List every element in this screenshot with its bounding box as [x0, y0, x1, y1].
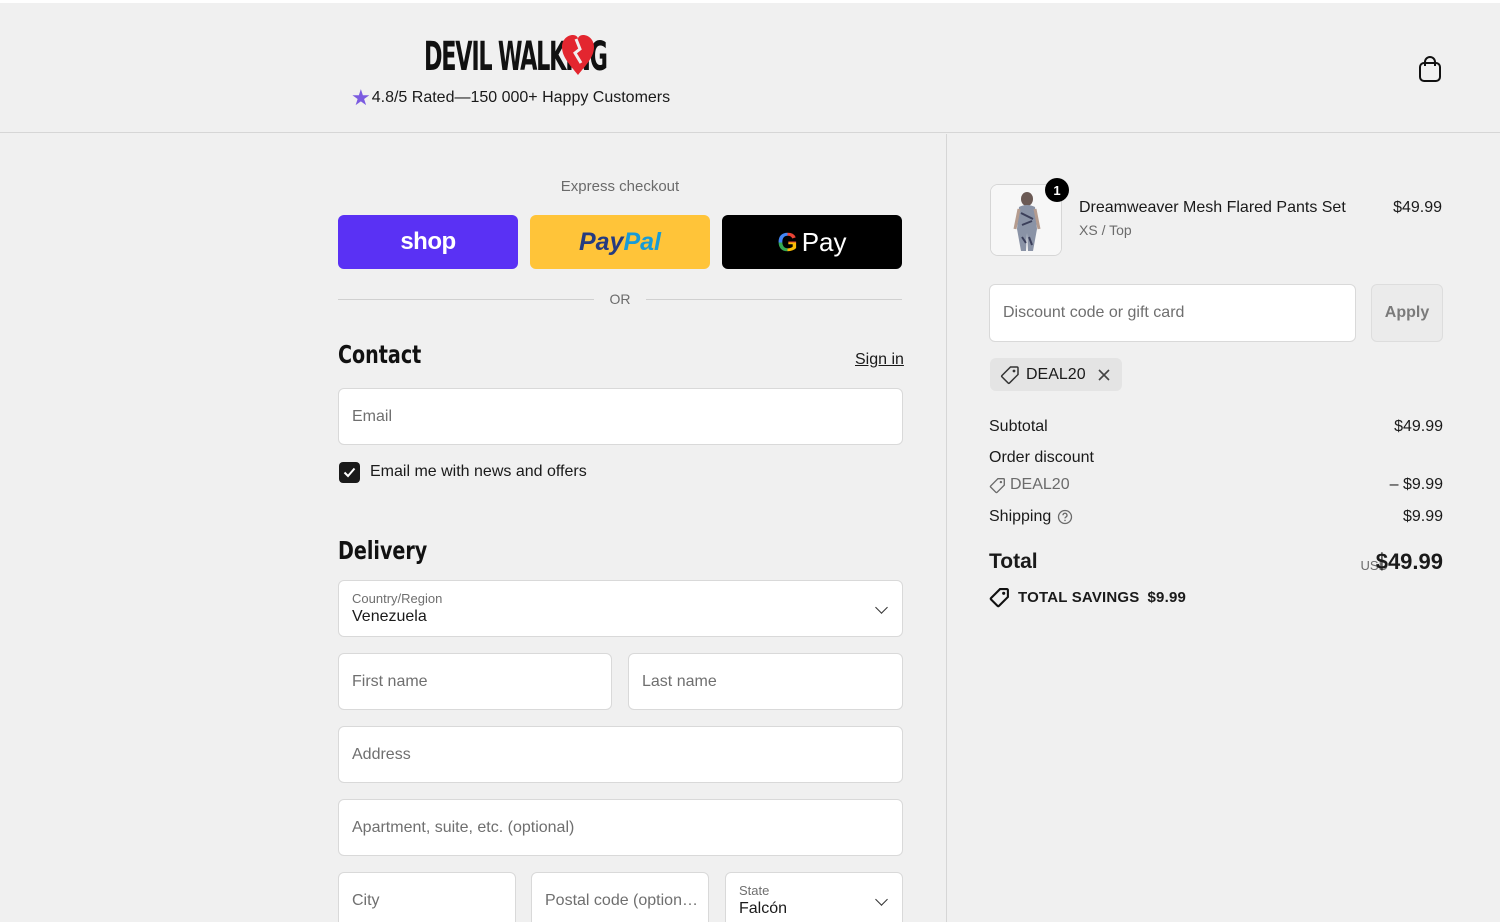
shopping-bag-icon — [1419, 56, 1441, 82]
apartment-field[interactable]: Apartment, suite, etc. (optional) — [338, 799, 903, 856]
postal-code-field[interactable]: Postal code (option… — [531, 872, 709, 922]
shipping-label: Shipping — [989, 508, 1052, 525]
country-value: Venezuela — [352, 607, 427, 625]
address-placeholder: Address — [352, 745, 411, 763]
tag-icon — [989, 588, 1009, 608]
checkmark-icon — [343, 467, 356, 478]
express-checkout-label: Express checkout — [560, 178, 680, 195]
applied-code-text: DEAL20 — [1026, 365, 1086, 383]
contact-heading: Contact — [338, 340, 422, 369]
quantity-badge: 1 — [1045, 178, 1069, 202]
sign-in-link[interactable]: Sign in — [855, 351, 904, 369]
city-placeholder: City — [352, 891, 380, 909]
email-field[interactable]: Email — [338, 388, 903, 445]
address-field[interactable]: Address — [338, 726, 903, 783]
or-text: OR — [609, 291, 631, 307]
discount-code-row: DEAL20 – $9.99 — [989, 476, 1443, 494]
apply-discount-button[interactable]: Apply — [1371, 284, 1443, 342]
savings-value: $9.99 — [1147, 589, 1187, 606]
total-value: $49.99 — [1375, 549, 1443, 574]
country-label: Country/Region — [352, 590, 443, 606]
last-name-placeholder: Last name — [642, 672, 717, 690]
first-name-field[interactable]: First name — [338, 653, 612, 710]
remove-discount-button[interactable] — [1098, 368, 1110, 381]
city-field[interactable]: City — [338, 872, 516, 922]
order-discount-row: Order discount — [989, 449, 1443, 467]
tag-icon — [989, 477, 1005, 493]
or-divider: OR — [338, 290, 902, 310]
heart-logo-icon — [562, 35, 594, 75]
state-select[interactable]: State Falcón — [725, 872, 903, 922]
star-icon: ★ — [351, 85, 371, 110]
newsletter-checkbox[interactable] — [339, 462, 360, 483]
subtotal-value: $49.99 — [1394, 418, 1443, 435]
discount-code-line: DEAL20 — [989, 476, 1443, 494]
site-header: DEVIL WALKING ★ 4.8/5 Rated—150 000+ Hap… — [0, 3, 1500, 133]
paypal-label-pay: Pay — [578, 227, 624, 256]
shipping-value: $9.99 — [1402, 508, 1443, 525]
first-name-placeholder: First name — [352, 672, 428, 690]
newsletter-label: Email me with news and offers — [370, 463, 587, 480]
cart-button[interactable] — [1418, 55, 1442, 83]
google-pay-label: Pay — [801, 226, 847, 257]
country-select[interactable]: Country/Region Venezuela — [338, 580, 903, 637]
postal-code-placeholder: Postal code (option… — [545, 891, 698, 909]
tag-icon — [1000, 365, 1019, 384]
state-label: State — [739, 882, 770, 898]
order-discount-label: Order discount — [989, 449, 1094, 466]
product-name: Dreamweaver Mesh Flared Pants Set — [1079, 199, 1346, 216]
email-placeholder: Email — [352, 407, 393, 425]
total-savings: TOTAL SAVINGS $9.99 — [989, 587, 1186, 608]
subtotal-label: Subtotal — [989, 418, 1048, 435]
total-label: Total — [989, 550, 1038, 573]
google-g-icon: G — [777, 226, 798, 257]
shop-pay-button[interactable]: shop — [338, 215, 518, 269]
paypal-label-pal: Pal — [623, 227, 661, 256]
delivery-heading: Delivery — [338, 536, 428, 565]
shipping-row: Shipping $9.99 — [989, 508, 1443, 526]
product-price: $49.99 — [1393, 199, 1442, 216]
discount-value: – $9.99 — [1389, 476, 1443, 493]
paypal-button[interactable]: Pay Pal — [530, 215, 710, 269]
savings-label: TOTAL SAVINGS — [1018, 589, 1140, 606]
close-icon — [1098, 368, 1110, 381]
rating-banner: ★ 4.8/5 Rated—150 000+ Happy Customers — [351, 87, 670, 109]
discount-placeholder: Discount code or gift card — [1003, 304, 1185, 321]
last-name-field[interactable]: Last name — [628, 653, 903, 710]
help-circle-icon[interactable] — [1057, 509, 1073, 525]
applied-discount-chip: DEAL20 — [990, 358, 1122, 391]
brand-wordmark: DEVIL WALKING — [424, 34, 608, 80]
brand-logo[interactable]: DEVIL WALKING — [424, 31, 608, 83]
apartment-placeholder: Apartment, suite, etc. (optional) — [352, 818, 575, 836]
shop-pay-label: shop — [400, 228, 456, 255]
rating-text: 4.8/5 Rated—150 000+ Happy Customers — [371, 89, 671, 106]
product-variant: XS / Top — [1079, 222, 1132, 238]
discount-code-text: DEAL20 — [1010, 476, 1070, 493]
shipping-label-wrap: Shipping — [989, 508, 1443, 526]
subtotal-row: Subtotal $49.99 — [989, 418, 1443, 436]
google-pay-button[interactable]: G Pay — [722, 215, 902, 269]
chevron-down-icon — [875, 600, 888, 614]
chevron-down-icon — [875, 892, 888, 906]
state-value: Falcón — [739, 899, 788, 917]
discount-code-input[interactable]: Discount code or gift card — [989, 284, 1356, 342]
